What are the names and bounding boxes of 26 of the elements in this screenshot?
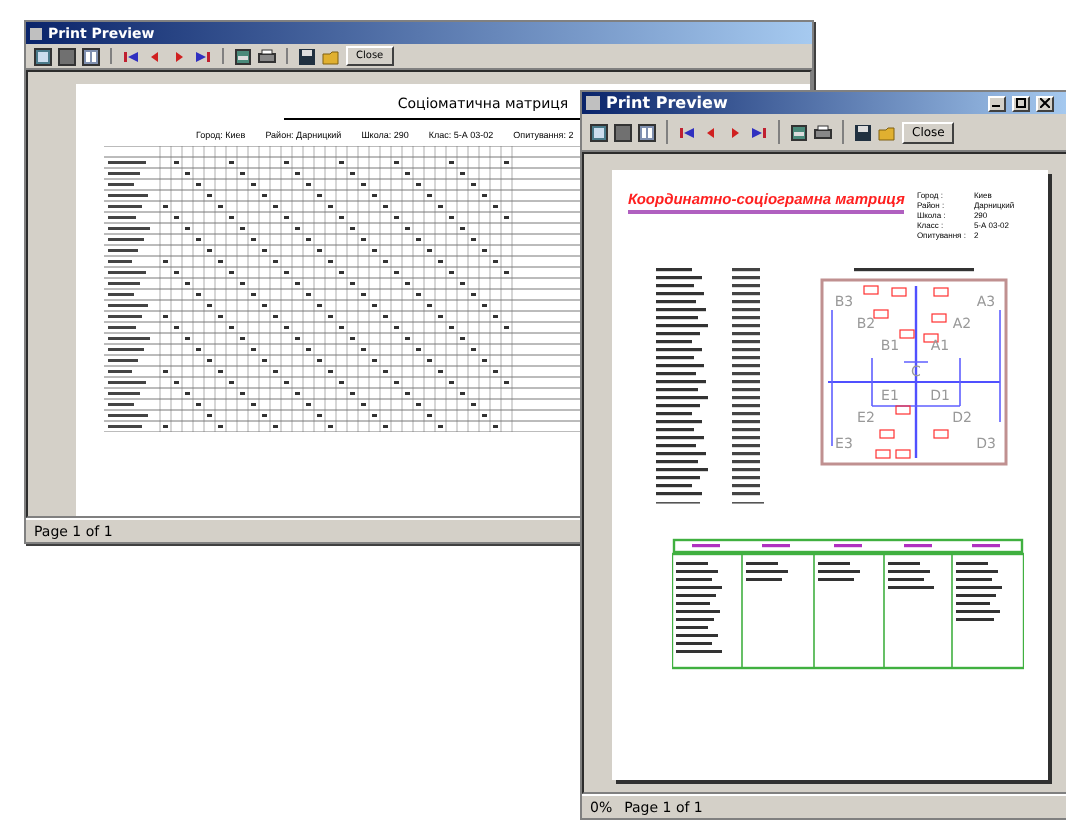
maximize-icon: [1016, 98, 1026, 108]
app-icon: [586, 96, 600, 110]
single-page-icon[interactable]: [58, 47, 76, 65]
save-icon[interactable]: [298, 47, 316, 65]
printer-icon[interactable]: [258, 47, 276, 65]
close-window-button[interactable]: [1036, 95, 1054, 111]
multi-page-icon[interactable]: [638, 123, 656, 141]
page-setup-icon[interactable]: [790, 123, 808, 141]
minimize-button[interactable]: [988, 95, 1006, 111]
page-setup-icon[interactable]: [234, 47, 252, 65]
page-view-icon[interactable]: [590, 123, 608, 141]
close-icon: [1040, 98, 1050, 108]
first-page-icon[interactable]: [678, 123, 696, 141]
single-page-icon[interactable]: [614, 123, 632, 141]
multi-page-icon[interactable]: [82, 47, 100, 65]
save-icon[interactable]: [854, 123, 872, 141]
first-page-icon[interactable]: [122, 47, 140, 65]
app-icon: [30, 27, 42, 39]
previous-page-icon[interactable]: [702, 123, 720, 141]
last-page-icon[interactable]: [750, 123, 768, 141]
last-page-icon[interactable]: [194, 47, 212, 65]
marker-frame: [933, 429, 949, 439]
maximize-button[interactable]: [1012, 95, 1030, 111]
page-view-icon[interactable]: [34, 47, 52, 65]
printer-icon[interactable]: [814, 123, 832, 141]
next-page-icon[interactable]: [726, 123, 744, 141]
